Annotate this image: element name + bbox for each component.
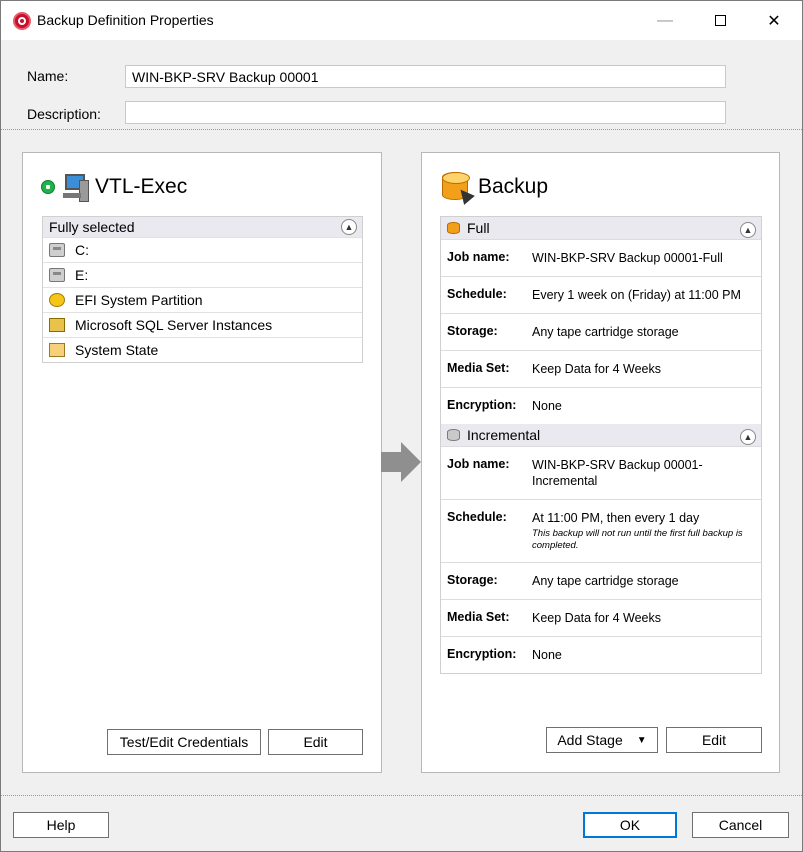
- sql-server-icon: [49, 318, 65, 332]
- incremental-backup-icon: [447, 429, 460, 441]
- list-item-label: System State: [75, 342, 159, 358]
- selection-header-label: Fully selected: [49, 219, 135, 235]
- separator-top: [1, 129, 802, 130]
- list-item-label: E:: [75, 267, 89, 283]
- title-bar: Backup Definition Properties — ✕: [1, 1, 802, 40]
- full-backup-icon: [447, 222, 460, 234]
- row-label: Schedule:: [447, 510, 507, 524]
- source-panel: VTL-Exec Fully selected ▲ C: E: EFI Syst…: [22, 152, 382, 773]
- flow-arrow-icon: [381, 442, 421, 482]
- stage-header-incremental[interactable]: Incremental ▲: [441, 424, 761, 446]
- row-label: Storage:: [447, 324, 498, 338]
- dialog-window: Backup Definition Properties — ✕ Name: W…: [0, 0, 803, 852]
- add-stage-label: Add Stage: [557, 732, 623, 748]
- selection-list: Fully selected ▲ C: E: EFI System Partit…: [42, 216, 363, 363]
- online-status-icon: [41, 180, 55, 194]
- row-value: At 11:00 PM, then every 1 day This backu…: [532, 510, 755, 552]
- drive-icon: [49, 268, 65, 282]
- stages-list: Full ▲ Job name: WIN-BKP-SRV Backup 0000…: [440, 216, 762, 674]
- list-item-label: Microsoft SQL Server Instances: [75, 317, 273, 333]
- collapse-selection-icon[interactable]: ▲: [341, 219, 357, 235]
- list-item-label: EFI System Partition: [75, 292, 203, 308]
- backup-edit-button[interactable]: Edit: [666, 727, 762, 753]
- list-item-label: C:: [75, 242, 89, 258]
- add-stage-button[interactable]: Add Stage ▼: [546, 727, 658, 753]
- help-button[interactable]: Help: [13, 812, 109, 838]
- description-input[interactable]: [125, 101, 726, 124]
- cancel-button[interactable]: Cancel: [692, 812, 789, 838]
- row-label: Media Set:: [447, 361, 510, 375]
- schedule-text: At 11:00 PM, then every 1 day: [532, 511, 700, 525]
- row-value: None: [532, 399, 562, 413]
- row-label: Encryption:: [447, 647, 517, 661]
- row-value: Any tape cartridge storage: [532, 574, 679, 588]
- system-state-icon: [49, 343, 65, 357]
- stage-row-job-name: Job name: WIN-BKP-SRV Backup 00001-Full: [441, 239, 761, 276]
- list-item[interactable]: C:: [43, 237, 362, 262]
- stage-name: Incremental: [467, 427, 541, 443]
- row-label: Media Set:: [447, 610, 510, 624]
- maximize-icon: [714, 15, 726, 26]
- stage-row-schedule: Schedule: At 11:00 PM, then every 1 day …: [441, 499, 761, 562]
- backup-header: Backup: [440, 167, 548, 207]
- backup-database-icon: [440, 170, 475, 205]
- stage-row-storage: Storage: Any tape cartridge storage: [441, 313, 761, 350]
- row-label: Job name:: [447, 250, 510, 264]
- test-edit-credentials-button[interactable]: Test/Edit Credentials: [107, 729, 261, 755]
- stage-name: Full: [467, 220, 490, 236]
- description-label: Description:: [27, 106, 101, 122]
- stage-row-media-set: Media Set: Keep Data for 4 Weeks: [441, 599, 761, 636]
- row-label: Encryption:: [447, 398, 517, 412]
- maximize-button[interactable]: [697, 1, 743, 40]
- selection-header: Fully selected ▲: [43, 217, 362, 237]
- row-value: Every 1 week on (Friday) at 11:00 PM: [532, 288, 741, 302]
- app-logo-icon: [13, 12, 31, 30]
- row-label: Storage:: [447, 573, 498, 587]
- stage-header-full[interactable]: Full ▲: [441, 217, 761, 239]
- row-value: WIN-BKP-SRV Backup 00001-Incremental: [532, 458, 703, 488]
- efi-icon: [49, 293, 65, 307]
- minimize-button[interactable]: —: [642, 1, 688, 40]
- name-input[interactable]: WIN-BKP-SRV Backup 00001: [125, 65, 726, 88]
- source-header: VTL-Exec: [41, 167, 187, 207]
- dialog-footer: Help OK Cancel: [1, 796, 802, 851]
- row-label: Job name:: [447, 457, 510, 471]
- list-item[interactable]: E:: [43, 262, 362, 287]
- schedule-note: This backup will not run until the first…: [532, 528, 743, 551]
- row-value: Any tape cartridge storage: [532, 325, 679, 339]
- backup-panel: Backup Full ▲ Job name: WIN-BKP-SRV Back…: [421, 152, 780, 773]
- definition-fields: Name: WIN-BKP-SRV Backup 00001 Descripti…: [1, 40, 802, 129]
- drive-icon: [49, 243, 65, 257]
- list-item[interactable]: System State: [43, 337, 362, 362]
- row-value: Keep Data for 4 Weeks: [532, 611, 662, 625]
- row-value: Keep Data for 4 Weeks: [532, 362, 662, 376]
- stage-row-media-set: Media Set: Keep Data for 4 Weeks: [441, 350, 761, 387]
- stage-row-storage: Storage: Any tape cartridge storage: [441, 562, 761, 599]
- window-title: Backup Definition Properties: [37, 12, 214, 28]
- row-value: WIN-BKP-SRV Backup 00001-Full: [532, 251, 723, 265]
- computer-icon: [61, 172, 91, 202]
- ok-button[interactable]: OK: [583, 812, 677, 838]
- source-title: VTL-Exec: [95, 175, 188, 198]
- backup-title: Backup: [478, 175, 549, 198]
- stage-row-encryption: Encryption: None: [441, 636, 761, 673]
- row-label: Schedule:: [447, 287, 507, 301]
- close-button[interactable]: ✕: [751, 1, 797, 40]
- stage-row-schedule: Schedule: Every 1 week on (Friday) at 11…: [441, 276, 761, 313]
- list-item[interactable]: Microsoft SQL Server Instances: [43, 312, 362, 337]
- stage-row-job-name: Job name: WIN-BKP-SRV Backup 00001-Incre…: [441, 446, 761, 499]
- dropdown-arrow-icon: ▼: [636, 734, 647, 746]
- row-value: None: [532, 648, 562, 662]
- name-label: Name:: [27, 68, 69, 84]
- list-item[interactable]: EFI System Partition: [43, 287, 362, 312]
- collapse-stage-icon[interactable]: ▲: [740, 429, 756, 445]
- source-edit-button[interactable]: Edit: [268, 729, 363, 755]
- stage-row-encryption: Encryption: None: [441, 387, 761, 424]
- collapse-stage-icon[interactable]: ▲: [740, 222, 756, 238]
